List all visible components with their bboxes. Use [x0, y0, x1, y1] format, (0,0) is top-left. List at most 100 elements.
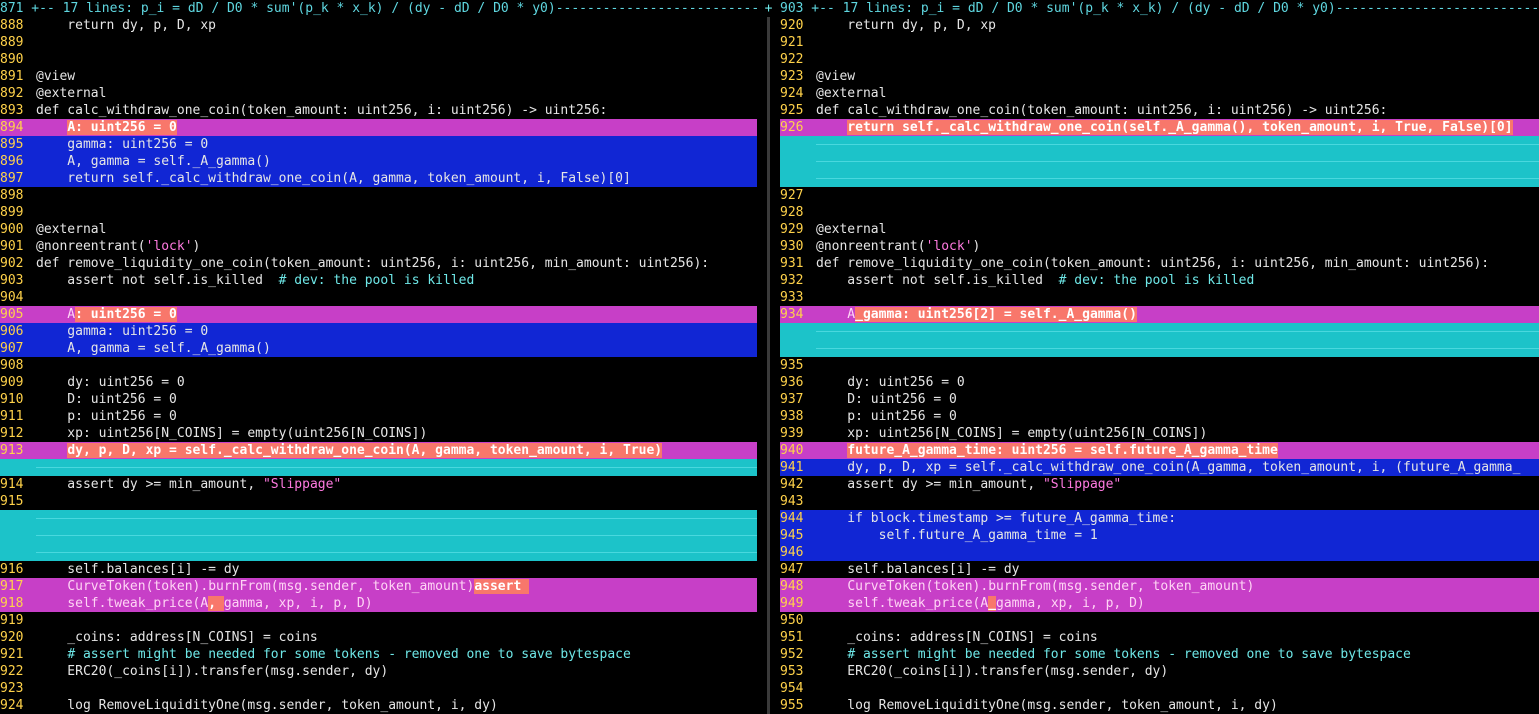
code-line[interactable]: 923 @view — [780, 68, 1539, 85]
code-line[interactable]: 953 ERC20(_coins[i]).transfer(msg.sender… — [780, 663, 1539, 680]
code-line[interactable]: 916 self.balances[i] -= dy — [0, 561, 757, 578]
code-line[interactable]: 930 @nonreentrant('lock') — [780, 238, 1539, 255]
code-line[interactable]: 925 def calc_withdraw_one_coin(token_amou… — [780, 102, 1539, 119]
code-line[interactable]: 919 — [0, 612, 757, 629]
changed-line[interactable]: 926 return self._calc_withdraw_one_coin(… — [780, 119, 1539, 136]
code-line[interactable]: 920 _coins: address[N_COINS] = coins — [0, 629, 757, 646]
left-diff-pane[interactable]: 871 +-- 17 lines: p_i = dD / D0 * sum'(p… — [0, 0, 757, 714]
code-line[interactable]: 920 return dy, p, D, xp — [780, 17, 1539, 34]
line-number: 941 — [780, 460, 804, 475]
code-line[interactable]: 912 xp: uint256[N_COINS] = empty(uint256… — [0, 425, 757, 442]
code-line[interactable]: 891 @view — [0, 68, 757, 85]
changed-line[interactable]: 917 CurveToken(token).burnFrom(msg.sende… — [0, 578, 757, 595]
filler-line[interactable] — [0, 459, 757, 476]
filler-line[interactable] — [780, 323, 1539, 340]
code-line[interactable]: 904 — [0, 289, 757, 306]
line-number: 919 — [0, 613, 24, 628]
added-line[interactable]: 907 A, gamma = self._A_gamma() — [0, 340, 757, 357]
code-line[interactable]: 901 @nonreentrant('lock') — [0, 238, 757, 255]
added-line[interactable]: 897 return self._calc_withdraw_one_coin(… — [0, 170, 757, 187]
filler-line[interactable] — [780, 136, 1539, 153]
code-line[interactable]: 939 xp: uint256[N_COINS] = empty(uint256… — [780, 425, 1539, 442]
code-line[interactable]: 893 def calc_withdraw_one_coin(token_amou… — [0, 102, 757, 119]
code-line[interactable]: 909 dy: uint256 = 0 — [0, 374, 757, 391]
code-line[interactable]: 951 _coins: address[N_COINS] = coins — [780, 629, 1539, 646]
changed-line[interactable]: 934 A_gamma: uint256[2] = self._A_gamma(… — [780, 306, 1539, 323]
code-text: CurveToken(token).burnFrom(msg.sender, t… — [847, 579, 1255, 594]
added-line[interactable]: 946 — [780, 544, 1539, 561]
fold-marker[interactable]: 871 +-- 17 lines: p_i = dD / D0 * sum'(p… — [0, 0, 757, 17]
code-line[interactable]: 910 D: uint256 = 0 — [0, 391, 757, 408]
code-line[interactable]: 900 @external — [0, 221, 757, 238]
code-line[interactable]: 903 assert not self.is_killed # dev: the… — [0, 272, 757, 289]
code-line[interactable]: 943 — [780, 493, 1539, 510]
code-line[interactable]: 922 ERC20(_coins[i]).transfer(msg.sender… — [0, 663, 757, 680]
code-line[interactable]: 950 — [780, 612, 1539, 629]
added-line[interactable]: 941 dy, p, D, xp = self._calc_withdraw_o… — [780, 459, 1539, 476]
added-line[interactable]: 944 if block.timestamp >= future_A_gamma… — [780, 510, 1539, 527]
line-text: assert dy >= min_amount, "Slippage" — [816, 477, 1121, 492]
code-line[interactable]: 942 assert dy >= min_amount, "Slippage" — [780, 476, 1539, 493]
code-line[interactable]: 923 — [0, 680, 757, 697]
line-text: self.balances[i] -= dy — [36, 562, 239, 577]
changed-line[interactable]: 905 A: uint256 = 0 — [0, 306, 757, 323]
code-line[interactable]: 915 — [0, 493, 757, 510]
code-line[interactable]: 937 D: uint256 = 0 — [780, 391, 1539, 408]
line-number: 901 — [0, 239, 24, 254]
code-line[interactable]: 927 — [780, 187, 1539, 204]
changed-line[interactable]: 918 self.tweak_price(A, gamma, xp, i, p,… — [0, 595, 757, 612]
code-line[interactable]: 936 dy: uint256 = 0 — [780, 374, 1539, 391]
filler-line[interactable] — [780, 340, 1539, 357]
code-line[interactable]: 933 — [780, 289, 1539, 306]
changed-text: dy, p, D, xp = self._calc_withdraw_one_c… — [67, 443, 663, 458]
code-line[interactable]: 955 log RemoveLiquidityOne(msg.sender, t… — [780, 697, 1539, 714]
code-line[interactable]: 932 assert not self.is_killed # dev: the… — [780, 272, 1539, 289]
code-line[interactable]: 924 @external — [780, 85, 1539, 102]
code-line[interactable]: 938 p: uint256 = 0 — [780, 408, 1539, 425]
changed-line[interactable]: 894 A: uint256 = 0 — [0, 119, 757, 136]
changed-line[interactable]: 940 future_A_gamma_time: uint256 = self.… — [780, 442, 1539, 459]
right-diff-pane[interactable]: 903 +-- 17 lines: p_i = dD / D0 * sum'(p… — [780, 0, 1539, 714]
filler-line[interactable] — [0, 544, 757, 561]
code-line[interactable]: 921 — [780, 34, 1539, 51]
code-line[interactable]: 888 return dy, p, D, xp — [0, 17, 757, 34]
added-line[interactable]: 945 self.future_A_gamma_time = 1 — [780, 527, 1539, 544]
line-number: 930 — [780, 239, 804, 254]
code-line[interactable]: 921 # assert might be needed for some to… — [0, 646, 757, 663]
pane-separator[interactable]: + — [757, 0, 780, 714]
code-line[interactable]: 908 — [0, 357, 757, 374]
line-number: 906 — [0, 324, 24, 339]
filler-line[interactable] — [0, 527, 757, 544]
code-line[interactable]: 911 p: uint256 = 0 — [0, 408, 757, 425]
code-line[interactable]: 924 log RemoveLiquidityOne(msg.sender, t… — [0, 697, 757, 714]
code-line[interactable]: 914 assert dy >= min_amount, "Slippage" — [0, 476, 757, 493]
code-line[interactable]: 892 @external — [0, 85, 757, 102]
code-line[interactable]: 889 — [0, 34, 757, 51]
filler-line[interactable] — [780, 153, 1539, 170]
code-line[interactable]: 947 self.balances[i] -= dy — [780, 561, 1539, 578]
line-text: # assert might be needed for some tokens… — [36, 647, 631, 662]
changed-line[interactable]: 949 self.tweak_price(A_gamma, xp, i, p, … — [780, 595, 1539, 612]
line-number: 954 — [780, 681, 804, 696]
filler-line[interactable] — [0, 510, 757, 527]
line-number: 951 — [780, 630, 804, 645]
fold-marker[interactable]: 903 +-- 17 lines: p_i = dD / D0 * sum'(p… — [780, 0, 1539, 17]
changed-line[interactable]: 948 CurveToken(token).burnFrom(msg.sende… — [780, 578, 1539, 595]
code-line[interactable]: 954 — [780, 680, 1539, 697]
code-line[interactable]: 935 — [780, 357, 1539, 374]
line-text: return self._calc_withdraw_one_coin(self… — [816, 120, 1513, 135]
code-line[interactable]: 952 # assert might be needed for some to… — [780, 646, 1539, 663]
filler-line[interactable] — [780, 170, 1539, 187]
code-line[interactable]: 902 def remove_liquidity_one_coin(token_a… — [0, 255, 757, 272]
code-line[interactable]: 928 — [780, 204, 1539, 221]
code-line[interactable]: 899 — [0, 204, 757, 221]
added-line[interactable]: 896 A, gamma = self._A_gamma() — [0, 153, 757, 170]
code-line[interactable]: 898 — [0, 187, 757, 204]
code-line[interactable]: 922 — [780, 51, 1539, 68]
added-line[interactable]: 895 gamma: uint256 = 0 — [0, 136, 757, 153]
added-line[interactable]: 906 gamma: uint256 = 0 — [0, 323, 757, 340]
code-line[interactable]: 931 def remove_liquidity_one_coin(token_a… — [780, 255, 1539, 272]
code-line[interactable]: 890 — [0, 51, 757, 68]
changed-line[interactable]: 913 dy, p, D, xp = self._calc_withdraw_o… — [0, 442, 757, 459]
code-line[interactable]: 929 @external — [780, 221, 1539, 238]
